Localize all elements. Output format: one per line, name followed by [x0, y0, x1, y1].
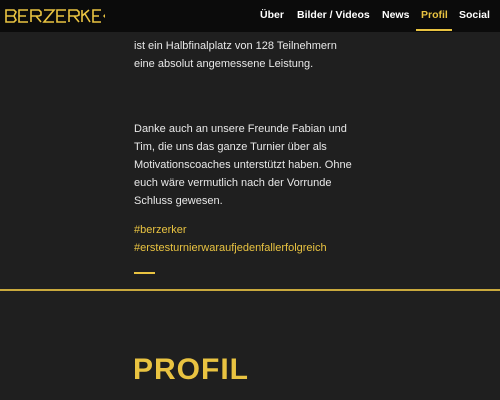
section-divider: [0, 289, 500, 291]
active-nav-indicator: [416, 29, 452, 31]
section-title-profil: PROFIL: [133, 353, 249, 386]
navbar: Über Bilder / Videos News Profil Social: [0, 0, 500, 32]
nav-item-news[interactable]: News: [382, 9, 409, 21]
logo-wordmark-icon: [5, 9, 105, 23]
page: Über Bilder / Videos News Profil Social …: [0, 0, 500, 400]
article-end-divider: [134, 272, 155, 274]
logo[interactable]: [5, 9, 106, 23]
hashtag-link[interactable]: #berzerker: [134, 221, 187, 239]
nav-item-profil[interactable]: Profil: [421, 9, 448, 21]
nav-item-social[interactable]: Social: [459, 9, 490, 21]
nav-item-bilder-videos[interactable]: Bilder / Videos: [297, 9, 370, 21]
article-paragraph-2: Danke auch an unsere Freunde Fabian und …: [134, 123, 352, 207]
hashtag-link[interactable]: #erstesturnierwaraufjedenfallerfolgreich: [134, 239, 327, 257]
nav-item-uber[interactable]: Über: [260, 9, 284, 21]
